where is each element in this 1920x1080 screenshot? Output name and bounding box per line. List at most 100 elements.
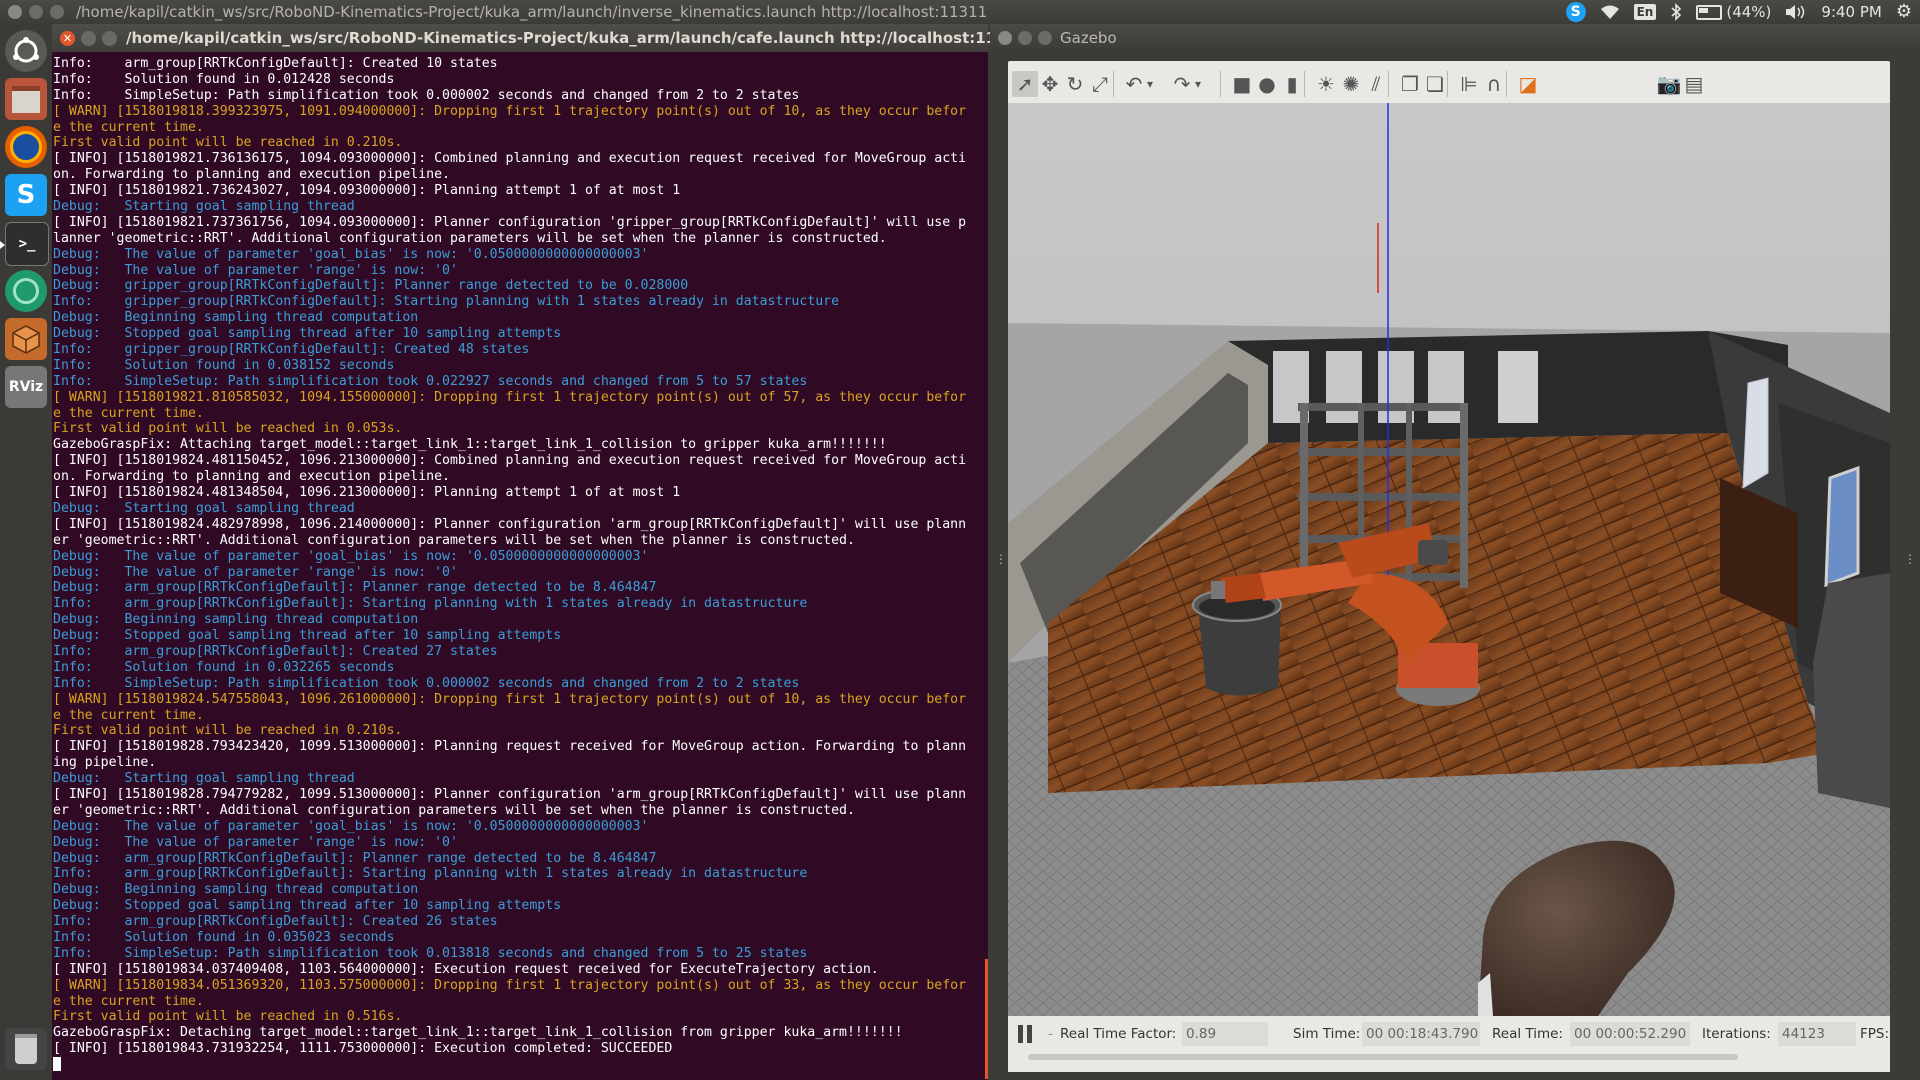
- top-panel: /home/kapil/catkin_ws/src/RoboND-Kinemat…: [0, 0, 1920, 24]
- terminal-line: e the current time.: [53, 119, 204, 135]
- change-view-icon[interactable]: ◪: [1515, 71, 1541, 97]
- real-time-label: Real Time:: [1492, 1026, 1563, 1042]
- terminal-line: Info: Solution found in 0.012428 seconds: [53, 71, 395, 87]
- gazebo-window: Gazebo ➚ ✥ ↻ ⤢ ↶ ▾ ↷ ▾ ■ ● ▮ ☀ ✺ ⫽ ❐ ❏ ⊫ ∩ ◪ 📷 ▤ ⋮ ⋮: [990, 24, 1920, 1080]
- terminal-line: Info: SimpleSetup: Path simplification t…: [53, 945, 808, 961]
- top-window-controls: [8, 5, 64, 19]
- ubuntu-dash-icon[interactable]: [5, 30, 47, 72]
- terminal-line: First valid point will be reached in 0.2…: [53, 135, 403, 151]
- real-time-factor-value: 0.89: [1182, 1022, 1268, 1046]
- point-light-icon[interactable]: ☀: [1313, 71, 1339, 97]
- active-window-title: /home/kapil/catkin_ws/src/RoboND-Kinemat…: [76, 3, 988, 21]
- bluetooth-icon[interactable]: [1670, 3, 1682, 21]
- skype-icon[interactable]: S: [5, 174, 47, 216]
- terminal-line: er 'geometric::RRT'. Additional configur…: [53, 532, 855, 548]
- terminal-line: Debug: Stopped goal sampling thread afte…: [53, 898, 562, 914]
- battery-indicator[interactable]: (44%): [1696, 0, 1771, 24]
- terminal-line: Debug: Beginning sampling thread computa…: [53, 882, 419, 898]
- settings-gear-icon[interactable]: ⚙: [1896, 0, 1912, 24]
- terminal-line: Info: Solution found in 0.032265 seconds: [53, 659, 395, 675]
- terminal-line: Info: arm_group[RRTkConfigDefault]: Star…: [53, 866, 808, 882]
- terminal-scrollbar[interactable]: [985, 959, 988, 1079]
- cylinder-shape-icon[interactable]: ▮: [1279, 71, 1305, 97]
- package-icon[interactable]: [5, 318, 47, 360]
- viewport-scrollbar[interactable]: [1028, 1054, 1738, 1060]
- right-door-2: [1824, 465, 1860, 588]
- terminal-line: lanner 'geometric::RRT'. Additional conf…: [53, 230, 887, 246]
- terminal-line: Info: arm_group[RRTkConfigDefault]: Crea…: [53, 56, 498, 71]
- select-mode-icon[interactable]: ➚: [1012, 71, 1038, 97]
- terminal-line: Info: SimpleSetup: Path simplification t…: [53, 87, 800, 103]
- terminal-prompt-line[interactable]: [53, 1057, 988, 1073]
- terminal-close-button[interactable]: ✕: [60, 31, 75, 46]
- record-log-icon[interactable]: ▤: [1681, 71, 1707, 97]
- redo-dropdown-icon[interactable]: ▾: [1191, 71, 1205, 97]
- gazebo-maximize-button[interactable]: [1038, 31, 1052, 45]
- back-window-4: [1428, 351, 1464, 423]
- top-close-button[interactable]: [8, 5, 22, 19]
- right-panel-handle[interactable]: ⋮: [1904, 552, 1916, 566]
- rotate-mode-icon[interactable]: ↻: [1062, 71, 1088, 97]
- step-dropdown[interactable]: -: [1048, 1026, 1053, 1042]
- toolbar-separator: [1220, 71, 1221, 97]
- box-shape-icon[interactable]: ■: [1229, 71, 1255, 97]
- terminal-line: Debug: The value of parameter 'goal_bias…: [53, 548, 649, 564]
- scale-mode-icon[interactable]: ⤢: [1087, 71, 1113, 97]
- undo-dropdown-icon[interactable]: ▾: [1143, 71, 1157, 97]
- left-panel-handle[interactable]: ⋮: [995, 552, 1007, 566]
- trash-icon[interactable]: [5, 1028, 47, 1070]
- gazebo-window-controls: [998, 31, 1052, 45]
- terminal-maximize-button[interactable]: [102, 31, 117, 46]
- terminal-line: e the current time.: [53, 707, 204, 723]
- gazebo-titlebar[interactable]: Gazebo: [990, 24, 1920, 52]
- snap-icon[interactable]: ∩: [1481, 71, 1507, 97]
- terminal-titlebar[interactable]: ✕ /home/kapil/catkin_ws/src/RoboND-Kinem…: [52, 24, 1027, 52]
- terminal-icon[interactable]: >_: [5, 222, 49, 266]
- terminal-line: Debug: Beginning sampling thread computa…: [53, 310, 419, 326]
- terminal-line: Debug: Starting goal sampling thread: [53, 771, 355, 787]
- terminal-minimize-button[interactable]: [81, 31, 96, 46]
- counter: [1813, 573, 1890, 808]
- sphere-shape-icon[interactable]: ●: [1254, 71, 1280, 97]
- top-minimize-button[interactable]: [29, 5, 43, 19]
- terminal-line: [ INFO] [1518019824.481150452, 1096.2130…: [53, 453, 967, 469]
- gazebo-minimize-button[interactable]: [1018, 31, 1032, 45]
- translate-mode-icon[interactable]: ✥: [1037, 71, 1063, 97]
- skype-tray-icon[interactable]: S: [1565, 2, 1586, 22]
- terminal-output[interactable]: Info: arm_group[RRTkConfigDefault]: Crea…: [52, 52, 988, 1080]
- wifi-icon[interactable]: [1600, 4, 1620, 20]
- pause-icon[interactable]: [1018, 1025, 1034, 1043]
- screenshot-icon[interactable]: 📷: [1656, 71, 1682, 97]
- terminal-line: Info: gripper_group[RRTkConfigDefault]: …: [53, 342, 530, 358]
- back-window-5: [1498, 351, 1538, 423]
- terminal-line: Debug: The value of parameter 'range' is…: [53, 564, 458, 580]
- gazebo-close-button[interactable]: [998, 31, 1012, 45]
- terminal-line: [ INFO] [1518019824.482978998, 1096.2140…: [53, 516, 967, 532]
- terminal-line: Info: SimpleSetup: Path simplification t…: [53, 373, 808, 389]
- copy-icon[interactable]: ❐: [1397, 71, 1423, 97]
- sim-time-label: Sim Time:: [1293, 1026, 1361, 1042]
- volume-icon[interactable]: [1785, 4, 1807, 20]
- terminal-line: [ INFO] [1518019843.731932254, 1111.7530…: [53, 1041, 673, 1057]
- terminal-title: /home/kapil/catkin_ws/src/RoboND-Kinemat…: [126, 29, 1028, 47]
- top-maximize-button[interactable]: [50, 5, 64, 19]
- terminal-line: [ INFO] [1518019821.737361756, 1094.0930…: [53, 214, 967, 230]
- keyboard-layout-indicator[interactable]: En: [1633, 4, 1657, 20]
- align-icon[interactable]: ⊫: [1456, 71, 1482, 97]
- terminal-line: First valid point will be reached in 0.0…: [53, 421, 403, 437]
- terminal-line: Debug: The value of parameter 'range' is…: [53, 262, 458, 278]
- directional-light-icon[interactable]: ⫽: [1363, 71, 1389, 97]
- spot-light-icon[interactable]: ✺: [1338, 71, 1364, 97]
- app-icon[interactable]: [5, 270, 47, 312]
- paste-icon[interactable]: ❏: [1422, 71, 1448, 97]
- files-icon[interactable]: [5, 78, 47, 120]
- sim-time-value: 00 00:18:43.790: [1362, 1022, 1480, 1046]
- terminal-line: Info: arm_group[RRTkConfigDefault]: Star…: [53, 596, 808, 612]
- firefox-icon[interactable]: [5, 126, 47, 168]
- terminal-line: Debug: arm_group[RRTkConfigDefault]: Pla…: [53, 580, 657, 596]
- rviz-icon[interactable]: RViz: [5, 366, 47, 408]
- gazebo-3d-viewport[interactable]: [1008, 103, 1890, 1016]
- terminal-line: Debug: gripper_group[RRTkConfigDefault]:…: [53, 278, 689, 294]
- terminal-line: Debug: The value of parameter 'goal_bias…: [53, 818, 649, 834]
- clock[interactable]: 9:40 PM: [1821, 0, 1881, 24]
